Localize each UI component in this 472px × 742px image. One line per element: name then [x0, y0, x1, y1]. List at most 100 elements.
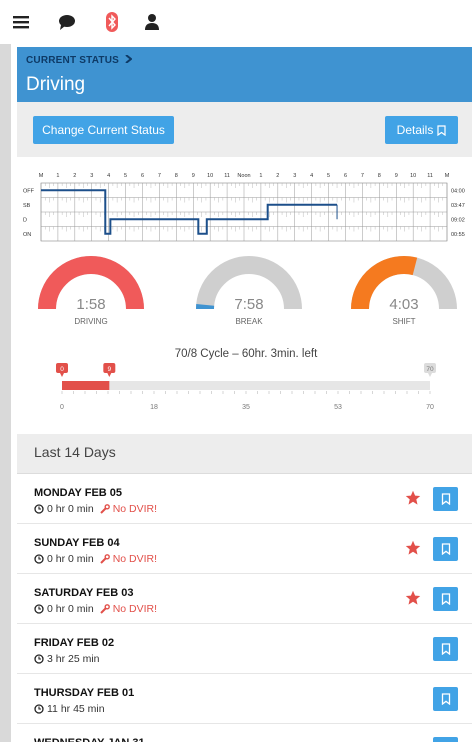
top-bar — [0, 0, 472, 44]
duty-row-label: OFF — [23, 188, 35, 194]
day-row[interactable]: THURSDAY FEB 01 11 hr 45 min — [17, 675, 472, 724]
hour-label: 2 — [73, 173, 76, 179]
day-drive-time: 11 hr 45 min — [47, 703, 105, 715]
dvir-warning-text: No DVIR! — [112, 553, 158, 565]
day-row[interactable]: SATURDAY FEB 03 0 hr 0 min No DVIR! — [17, 575, 472, 624]
cycle-scale-label: 18 — [150, 404, 158, 411]
change-status-button[interactable]: Change Current Status — [33, 116, 174, 144]
wrench-icon — [99, 554, 110, 564]
hour-label: 8 — [175, 173, 178, 179]
details-button[interactable]: Details — [385, 116, 458, 144]
day-drive-time: 3 hr 25 min — [47, 653, 100, 665]
hour-label: 11 — [224, 173, 230, 179]
duty-row-total: 09:02 — [451, 217, 465, 223]
duty-row-total: 00:55 — [451, 232, 465, 238]
hour-label: 1 — [259, 173, 262, 179]
day-summary: 0 hr 0 min No DVIR! — [34, 503, 157, 515]
star-icon[interactable] — [405, 590, 421, 606]
bookmark-icon — [441, 543, 450, 555]
day-date: FRIDAY FEB 02 — [34, 637, 115, 649]
log-graph: M 1 2 3 4 5 6 7 8 9 10 11 Noon 1 2 3 4 5 6 7 8 9 10 11 M OFF 04:00… — [17, 157, 472, 247]
gauge-time: 1:58 — [76, 296, 105, 313]
day-date: SATURDAY FEB 03 — [34, 587, 134, 599]
day-details-button[interactable] — [433, 537, 458, 561]
duty-row-label: SB — [23, 203, 31, 209]
hour-label: 3 — [293, 173, 296, 179]
clock-icon — [34, 654, 44, 664]
day-summary: 0 hr 0 min No DVIR! — [34, 603, 157, 615]
chat-icon[interactable] — [57, 12, 77, 32]
hour-label: 9 — [395, 173, 398, 179]
day-drive-time: 0 hr 0 min — [47, 553, 94, 565]
cycle-max-marker-label: 70 — [426, 366, 434, 373]
cycle-used-marker-label: 9 — [108, 366, 112, 373]
day-date: MONDAY FEB 05 — [34, 487, 123, 499]
star-icon[interactable] — [405, 490, 421, 506]
day-row[interactable]: MONDAY FEB 05 0 hr 0 min No DVIR! — [17, 475, 472, 524]
hour-label: 11 — [427, 173, 433, 179]
cycle-scale-label: 70 — [426, 404, 434, 411]
day-date: SUNDAY FEB 04 — [34, 537, 120, 549]
hour-label: Noon — [237, 173, 250, 179]
clock-icon — [34, 704, 44, 714]
hour-label: 6 — [344, 173, 347, 179]
duty-row-total: 03:47 — [451, 203, 465, 209]
clock-icon — [34, 504, 44, 514]
hour-label: 5 — [124, 173, 127, 179]
cycle-scale-label: 35 — [242, 404, 250, 411]
hours-summary: 1:58 DRIVING 7:58 BREAK 4:03 SHIFT 70/8 Cycle … — [17, 247, 472, 434]
day-summary: 3 hr 25 min — [34, 653, 100, 665]
dvir-warning-text: No DVIR! — [112, 603, 158, 615]
wrench-icon — [99, 604, 110, 614]
clock-icon — [34, 554, 44, 564]
hour-label: 8 — [378, 173, 381, 179]
current-status-link[interactable]: CURRENT STATUS — [26, 54, 133, 66]
day-details-button[interactable] — [433, 637, 458, 661]
bluetooth-icon[interactable] — [102, 12, 122, 32]
hour-label: 10 — [410, 173, 416, 179]
dvir-warning: No DVIR! — [99, 503, 157, 515]
day-details-button[interactable] — [433, 587, 458, 611]
day-summary: 0 hr 0 min No DVIR! — [34, 553, 157, 565]
hour-label: 1 — [56, 173, 59, 179]
hour-label: M — [445, 173, 450, 179]
chevron-right-icon — [125, 54, 133, 64]
dvir-warning: No DVIR! — [99, 553, 158, 565]
bookmark-icon — [441, 643, 450, 655]
star-icon[interactable] — [405, 540, 421, 556]
day-details-button[interactable] — [433, 687, 458, 711]
bookmark-icon — [441, 693, 450, 705]
hour-label: 4 — [310, 173, 313, 179]
last-14-days-header: Last 14 Days — [17, 434, 472, 474]
duty-row-label: D — [23, 217, 27, 223]
hour-label: 7 — [158, 173, 161, 179]
status-header: CURRENT STATUS Driving — [17, 47, 472, 102]
cycle-track — [62, 381, 430, 390]
day-row[interactable]: FRIDAY FEB 02 3 hr 25 min — [17, 625, 472, 674]
dvir-warning: No DVIR! — [99, 603, 158, 615]
current-status-label: CURRENT STATUS — [26, 55, 119, 66]
gauge-time: 4:03 — [389, 296, 418, 313]
user-icon[interactable] — [142, 12, 162, 32]
cycle-used-bar — [62, 381, 110, 390]
duty-row-total: 04:00 — [451, 188, 465, 194]
gauge-label: DRIVING — [74, 317, 107, 326]
hour-label: 3 — [90, 173, 93, 179]
log-graph-svg: M 1 2 3 4 5 6 7 8 9 10 11 Noon 1 2 3 4 5 6 7 8 9 10 11 M OFF 04:00… — [23, 173, 465, 242]
hour-label: 7 — [361, 173, 364, 179]
clock-icon — [34, 604, 44, 614]
day-details-button[interactable] — [433, 487, 458, 511]
day-row[interactable]: WEDNESDAY JAN 31 — [17, 725, 472, 742]
gauge-time: 7:58 — [234, 296, 263, 313]
menu-icon[interactable] — [11, 12, 31, 32]
day-summary: 11 hr 45 min — [34, 703, 105, 715]
gauge-label: BREAK — [235, 317, 263, 326]
day-date: WEDNESDAY JAN 31 — [34, 737, 145, 742]
cycle-text: 70/8 Cycle – 60hr. 3min. left — [175, 348, 318, 360]
day-row[interactable]: SUNDAY FEB 04 0 hr 0 min No DVIR! — [17, 525, 472, 574]
hour-label: 4 — [107, 173, 110, 179]
bookmark-icon — [441, 493, 450, 505]
day-details-button[interactable] — [433, 737, 458, 742]
hour-label: M — [39, 173, 44, 179]
bookmark-icon — [441, 593, 450, 605]
